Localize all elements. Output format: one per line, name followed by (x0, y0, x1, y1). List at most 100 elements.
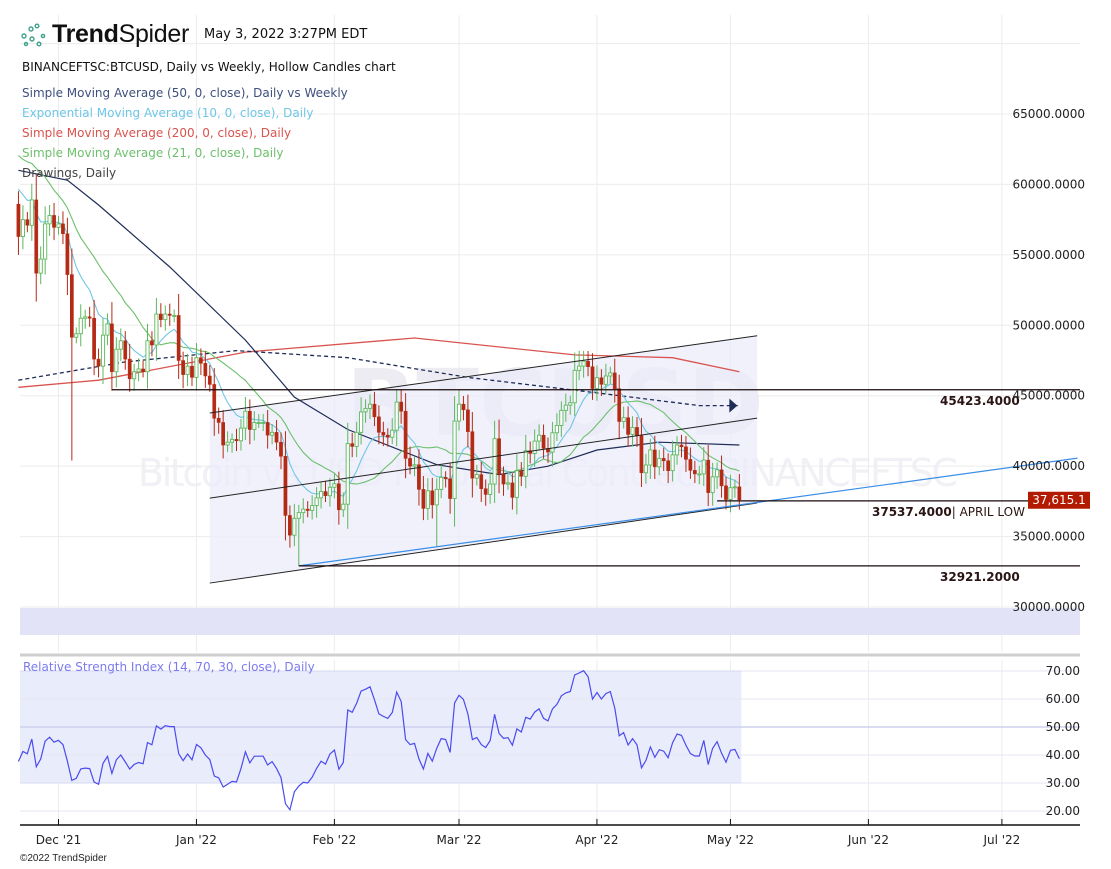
candle-body (43, 223, 48, 260)
candle-body (225, 441, 230, 446)
candle-body (296, 512, 301, 519)
candle-body (154, 313, 159, 346)
time-axis[interactable]: Dec '21 Jan '22 Feb '22 Mar '22 Apr '22 May '… (20, 819, 1080, 847)
legend-sma50[interactable]: Simple Moving Average (50, 0, close), Da… (22, 86, 348, 100)
candle (16, 191, 21, 255)
candle-body (261, 422, 266, 424)
candle (207, 364, 212, 392)
candle-body (390, 429, 395, 438)
level-label-32921.2000: 32921.2000 (940, 570, 1020, 584)
rsi-tick-label: 70.00 (1046, 664, 1080, 678)
candle (154, 297, 159, 361)
candle-body (572, 369, 577, 404)
candle-body (483, 488, 488, 495)
candle-body (345, 443, 350, 505)
candle-body (203, 363, 208, 377)
candle-body (83, 316, 88, 319)
price-axis[interactable]: 65000.0000 60000.0000 55000.0000 50000.0000… (1012, 107, 1090, 614)
candle-body (248, 410, 252, 430)
candle-body (693, 470, 697, 475)
trendspider-logo-icon (21, 23, 46, 47)
candle-body (688, 459, 693, 471)
candle (141, 360, 145, 378)
brand-light: Spider (118, 20, 190, 48)
candle-body (363, 407, 368, 413)
candle-body (488, 483, 493, 495)
candle-body (679, 444, 684, 448)
candle-body (675, 444, 680, 456)
candle (167, 303, 172, 326)
candle-body (61, 223, 65, 234)
candle-body (341, 503, 346, 511)
candle-body (492, 438, 497, 485)
candle-body (185, 365, 190, 376)
candle-body (590, 366, 595, 389)
price-tick-label: 45000.0000 (1012, 389, 1085, 403)
candle-body (337, 483, 341, 511)
candle (34, 174, 39, 302)
candle (74, 327, 79, 344)
candle-body (167, 313, 172, 316)
candle-body (70, 274, 74, 338)
candle-body (234, 439, 239, 442)
candle-body (648, 449, 653, 466)
legend-ema10[interactable]: Exponential Moving Average (10, 0, close… (22, 106, 313, 120)
legend-sma21[interactable]: Simple Moving Average (21, 0, close), Da… (22, 146, 283, 160)
candle-body (327, 486, 333, 497)
candle-body (74, 333, 79, 338)
candle-body (16, 203, 21, 237)
symbol-title[interactable]: BINANCEFTSC:BTCUSD, Daily vs Weekly, Hol… (22, 60, 396, 74)
candle-body (110, 323, 114, 373)
candle-body (256, 422, 261, 424)
candle-body (96, 358, 101, 367)
candle-body (626, 417, 630, 435)
candle-body (577, 365, 582, 371)
candle-body (141, 368, 145, 373)
candle-body (603, 375, 608, 385)
candle-body (514, 470, 519, 498)
candle-body (394, 401, 399, 431)
candle-body (443, 477, 448, 480)
candle (47, 205, 52, 236)
candle-body (136, 368, 141, 373)
candle (163, 305, 168, 331)
time-tick-label: Dec '21 (36, 833, 82, 847)
candle (38, 246, 43, 285)
candle (105, 313, 110, 346)
candle-body (78, 317, 83, 335)
legend-drawings[interactable]: Drawings, Daily (22, 166, 116, 180)
time-tick-label: Feb '22 (313, 833, 357, 847)
candle (56, 215, 61, 235)
candle-body (127, 358, 132, 380)
candle-body (599, 377, 604, 385)
candle (136, 358, 141, 382)
time-tick-label: Apr '22 (575, 833, 618, 847)
candle-body (479, 474, 484, 489)
candle-body (523, 450, 528, 477)
rsi-tick-label: 30.00 (1046, 776, 1080, 790)
candle-body (150, 340, 154, 346)
candle-body (608, 372, 613, 377)
candle (78, 304, 83, 347)
candle-body (715, 469, 720, 478)
candle-body (399, 401, 403, 412)
candle-body (252, 422, 257, 430)
candle-body (283, 456, 288, 516)
candle-body (657, 457, 662, 468)
candle-body (430, 490, 435, 506)
candle-body (123, 340, 128, 360)
candle-body (697, 473, 702, 476)
level-note: | APRIL LOW (952, 505, 1025, 519)
candle-body (132, 371, 137, 380)
candle-body (425, 490, 430, 509)
candle-body (367, 403, 373, 409)
candle (145, 323, 150, 389)
candle-body (412, 464, 417, 467)
candle-body (541, 434, 546, 449)
legend-sma200[interactable]: Simple Moving Average (200, 0, close), D… (22, 126, 291, 140)
candle (199, 348, 203, 376)
candle-body (52, 215, 56, 228)
candle-body (537, 434, 542, 442)
candle-body (29, 199, 34, 226)
candle (203, 351, 208, 388)
